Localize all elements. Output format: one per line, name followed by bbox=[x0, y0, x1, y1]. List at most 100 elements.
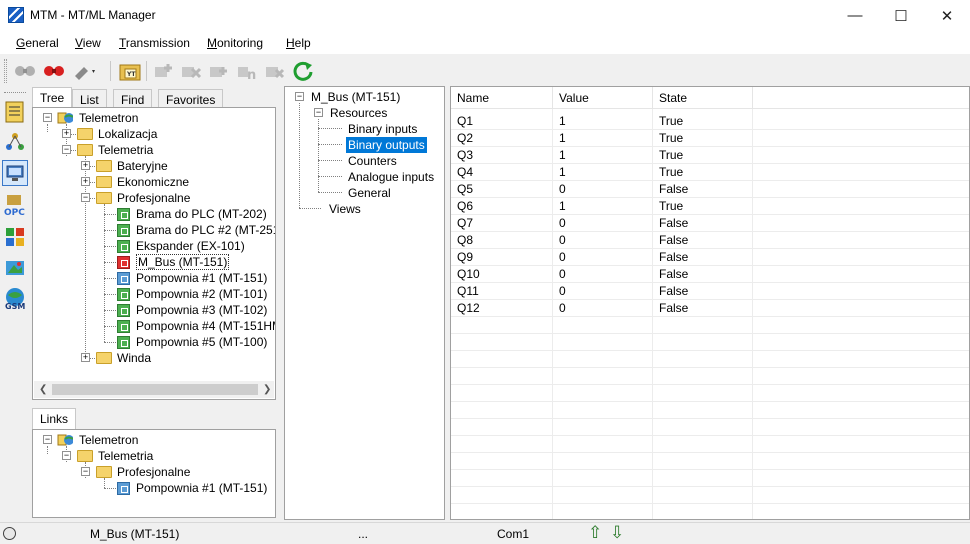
row-gridline bbox=[451, 129, 969, 130]
menu-view[interactable]: View bbox=[75, 36, 101, 50]
device-tree-panel[interactable]: − Telemetron + Lokalizacja − Telemetria … bbox=[32, 107, 276, 400]
cell-value: 0 bbox=[559, 250, 566, 264]
column-header-name[interactable]: Name bbox=[451, 87, 553, 109]
cell-name: Q1 bbox=[457, 114, 474, 128]
scrollbar-thumb[interactable] bbox=[52, 384, 258, 395]
cell-state: True bbox=[659, 148, 684, 162]
tab-favorites[interactable]: Favorites bbox=[158, 89, 224, 108]
table-row[interactable]: Q2 1 True bbox=[451, 130, 969, 147]
refresh-icon[interactable] bbox=[291, 59, 315, 83]
opc-icon[interactable]: OPC bbox=[2, 193, 28, 219]
menu-transmission[interactable]: Transmission bbox=[119, 36, 190, 50]
table-row[interactable]: Q7 0 False bbox=[451, 215, 969, 232]
folder-yt-icon[interactable]: YT bbox=[118, 59, 142, 83]
status-bar: M_Bus (MT-151) ... Com1 ⇧ ⇩ bbox=[0, 522, 970, 544]
resource-views[interactable]: Views bbox=[329, 201, 361, 217]
resource-counters[interactable]: Counters bbox=[348, 153, 397, 169]
table-row[interactable]: Q4 1 True bbox=[451, 164, 969, 181]
row-gridline bbox=[451, 282, 969, 283]
cell-state: False bbox=[659, 301, 689, 315]
menu-help[interactable]: Help bbox=[286, 36, 311, 50]
row-gridline bbox=[451, 197, 969, 198]
svg-text:OPC: OPC bbox=[4, 208, 25, 218]
resource-tree-panel[interactable]: − M_Bus (MT-151) − Resources Binary inpu… bbox=[284, 86, 445, 520]
row-gridline bbox=[451, 214, 969, 215]
row-gridline bbox=[451, 401, 969, 402]
cell-state: True bbox=[659, 131, 684, 145]
cell-name: Q10 bbox=[457, 267, 480, 281]
maximize-button[interactable]: ☐ bbox=[878, 0, 924, 31]
cell-name: Q9 bbox=[457, 250, 474, 264]
toolbar: YT n bbox=[0, 55, 970, 87]
horizontal-scrollbar[interactable]: ❮ ❯ bbox=[34, 381, 274, 398]
monitor-icon[interactable] bbox=[2, 160, 28, 186]
cell-state: False bbox=[659, 250, 689, 264]
tab-list[interactable]: List bbox=[72, 89, 107, 108]
table-row[interactable]: Q9 0 False bbox=[451, 249, 969, 266]
cell-value: 1 bbox=[559, 199, 566, 213]
row-gridline bbox=[451, 384, 969, 385]
tab-tree[interactable]: Tree bbox=[32, 87, 73, 108]
table-row[interactable]: Q10 0 False bbox=[451, 266, 969, 283]
map-icon[interactable] bbox=[2, 255, 28, 281]
links-tree-panel[interactable]: − Telemetron − Telemetria − Profesjonaln… bbox=[32, 429, 276, 518]
resource-analogue-inputs[interactable]: Analogue inputs bbox=[348, 169, 434, 185]
cell-value: 0 bbox=[559, 233, 566, 247]
tab-links[interactable]: Links bbox=[32, 408, 77, 429]
resource-general[interactable]: General bbox=[348, 185, 391, 201]
table-row[interactable]: Q3 1 True bbox=[451, 147, 969, 164]
cell-name: Q2 bbox=[457, 131, 474, 145]
row-gridline bbox=[451, 265, 969, 266]
svg-text:GSM: GSM bbox=[5, 302, 25, 311]
cell-name: Q5 bbox=[457, 182, 474, 196]
table-row[interactable]: Q8 0 False bbox=[451, 232, 969, 249]
row-gridline bbox=[451, 146, 969, 147]
status-port: Com1 bbox=[497, 527, 530, 541]
row-gridline bbox=[451, 316, 969, 317]
row-gridline bbox=[451, 163, 969, 164]
remove-disabled-icon bbox=[179, 59, 203, 83]
cell-name: Q11 bbox=[457, 284, 479, 298]
row-gridline bbox=[451, 486, 969, 487]
tab-find[interactable]: Find bbox=[113, 89, 153, 108]
gsm-icon[interactable]: GSM bbox=[2, 286, 28, 312]
network-icon[interactable] bbox=[2, 129, 28, 155]
minimize-button[interactable]: — bbox=[832, 0, 878, 31]
cell-state: False bbox=[659, 267, 689, 281]
row-gridline bbox=[451, 299, 969, 300]
cell-value: 1 bbox=[559, 165, 566, 179]
list-view-icon[interactable] bbox=[2, 99, 28, 125]
row-gridline bbox=[451, 469, 969, 470]
resource-binary-inputs[interactable]: Binary inputs bbox=[348, 121, 417, 137]
row-gridline bbox=[451, 452, 969, 453]
cell-state: True bbox=[659, 114, 684, 128]
toolbar-separator bbox=[110, 61, 111, 81]
resource-binary-outputs-selected[interactable]: Binary outputs bbox=[346, 137, 427, 153]
column-header-state[interactable]: State bbox=[653, 87, 753, 109]
table-row[interactable]: Q11 0 False bbox=[451, 283, 969, 300]
table-row[interactable]: Q6 1 True bbox=[451, 198, 969, 215]
menu-general[interactable]: General bbox=[16, 36, 59, 50]
connect-disabled-icon[interactable] bbox=[13, 59, 37, 83]
scroll-right-icon[interactable]: ❯ bbox=[263, 384, 271, 395]
cell-state: True bbox=[659, 165, 684, 179]
table-row[interactable]: Q1 1 True bbox=[451, 113, 969, 130]
scroll-left-icon[interactable]: ❮ bbox=[39, 384, 47, 395]
table-row[interactable]: Q12 0 False bbox=[451, 300, 969, 317]
row-gridline bbox=[451, 503, 969, 504]
close-button[interactable]: ✕ bbox=[924, 0, 970, 31]
cell-value: 1 bbox=[559, 114, 566, 128]
tools-dropdown-icon[interactable] bbox=[72, 59, 96, 83]
disconnect-icon[interactable] bbox=[42, 59, 66, 83]
menu-bar: General View Transmission Monitoring Hel… bbox=[0, 31, 970, 55]
menu-monitoring[interactable]: Monitoring bbox=[207, 36, 263, 50]
blocks-icon[interactable] bbox=[2, 224, 28, 250]
table-row[interactable]: Q5 0 False bbox=[451, 181, 969, 198]
cell-state: False bbox=[659, 216, 689, 230]
cell-state: False bbox=[659, 182, 689, 196]
cell-state: False bbox=[659, 284, 689, 298]
row-gridline bbox=[451, 367, 969, 368]
outputs-table[interactable]: Name Value State Q1 1 True Q2 1 True Q3 1 True Q4… bbox=[450, 86, 970, 520]
cell-value: 0 bbox=[559, 182, 566, 196]
column-header-value[interactable]: Value bbox=[553, 87, 653, 109]
